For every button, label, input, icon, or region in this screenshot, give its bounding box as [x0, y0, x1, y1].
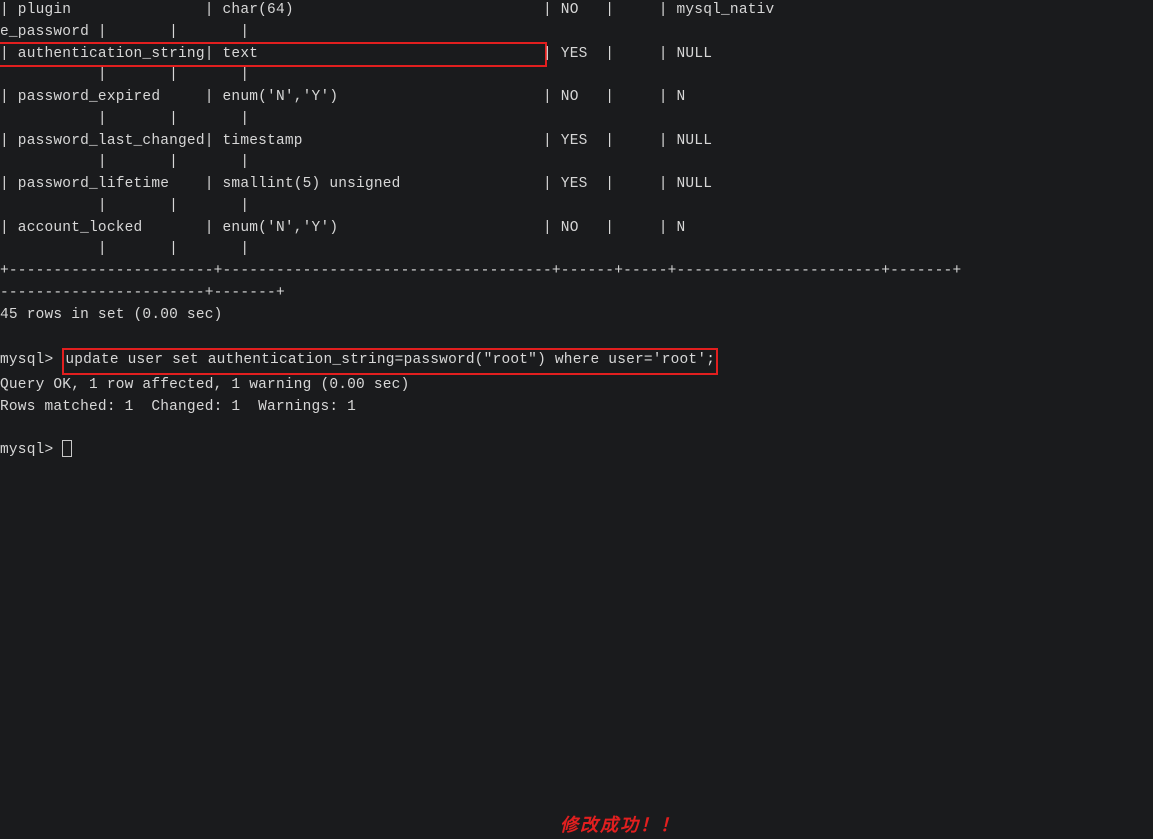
- command-line: mysql> update user set authentication_st…: [0, 348, 1153, 375]
- table-divider: +-----------------------+---------------…: [0, 261, 1153, 283]
- annotation-success: 修改成功！！: [560, 812, 680, 839]
- table-row-wrap: | | |: [0, 239, 1153, 261]
- table-row: | account_locked | enum('N','Y') | NO | …: [0, 218, 1153, 240]
- mysql-prompt: mysql>: [0, 352, 62, 368]
- table-row: | plugin | char(64) | NO | | mysql_nativ: [0, 0, 1153, 22]
- cursor: [62, 440, 72, 457]
- result-line-2: Rows matched: 1 Changed: 1 Warnings: 1: [0, 397, 1153, 419]
- table-row-wrap: | | |: [0, 65, 1153, 87]
- table-row: | password_lifetime | smallint(5) unsign…: [0, 174, 1153, 196]
- table-row: | password_last_changed| timestamp | YES…: [0, 131, 1153, 153]
- blank-line: [0, 418, 1153, 440]
- table-row-wrap: | | |: [0, 152, 1153, 174]
- table-row-wrap: | | |: [0, 109, 1153, 131]
- table-row-wrap: | | |: [0, 196, 1153, 218]
- idle-prompt-line[interactable]: mysql>: [0, 440, 1153, 462]
- result-line-1: Query OK, 1 row affected, 1 warning (0.0…: [0, 375, 1153, 397]
- blank-line: [0, 326, 1153, 348]
- terminal-output[interactable]: | plugin | char(64) | NO | | mysql_nativ…: [0, 0, 1153, 462]
- highlight-field-auth-string: | authentication_string| text: [0, 42, 547, 68]
- table-row-wrap: e_password | | |: [0, 22, 1153, 44]
- rows-summary: 45 rows in set (0.00 sec): [0, 305, 1153, 327]
- table-row: | password_expired | enum('N','Y') | NO …: [0, 87, 1153, 109]
- table-row: | authentication_string| text | YES | | …: [0, 44, 1153, 66]
- table-divider-wrap: -----------------------+-------+: [0, 283, 1153, 305]
- highlight-command: update user set authentication_string=pa…: [62, 348, 718, 375]
- mysql-prompt: mysql>: [0, 442, 62, 458]
